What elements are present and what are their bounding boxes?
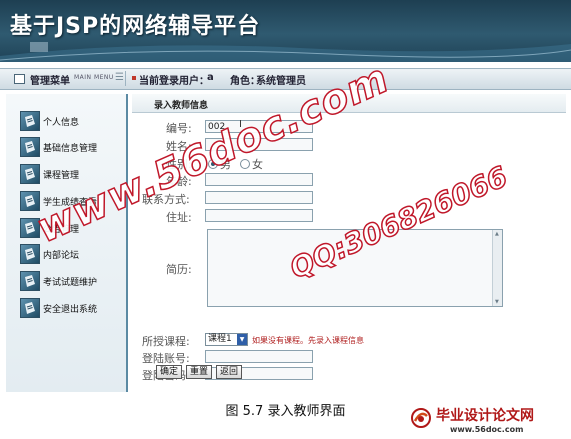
id-field[interactable]: 002 <box>205 120 313 133</box>
logo-mark-icon <box>411 408 431 428</box>
divider <box>125 71 126 86</box>
user-marker-icon <box>132 76 136 80</box>
scroll-down-icon[interactable]: ▼ <box>495 299 499 305</box>
sidebar-item-label: 课程管理 <box>43 171 80 181</box>
text-cursor-icon: I <box>239 119 242 130</box>
document-icon <box>20 111 40 131</box>
sidebar-item-label: 公告管理 <box>43 225 80 235</box>
document-icon <box>20 271 40 291</box>
name-label: 姓名: <box>166 140 192 153</box>
sidebar-item-label: 考试试题维护 <box>43 278 98 288</box>
gender-label: 性别: <box>166 158 192 171</box>
back-button[interactable]: 返回 <box>216 365 242 379</box>
chevron-down-icon: ▼ <box>237 334 247 345</box>
logo-name: 毕业设计论文网 <box>436 408 534 424</box>
age-field[interactable] <box>205 173 313 186</box>
course-select[interactable]: 课程1 ▼ <box>205 333 248 346</box>
sidebar-item-label: 安全退出系统 <box>43 305 98 315</box>
id-label: 编号: <box>166 122 192 135</box>
course-label: 所授课程: <box>142 335 190 348</box>
gender-female-label: 女 <box>252 158 263 171</box>
role-value: 系统管理员 <box>256 76 306 87</box>
menu-subtitle: MAIN MENU <box>74 74 114 81</box>
scroll-up-icon[interactable]: ▲ <box>495 231 499 237</box>
menu-title: 管理菜单 <box>30 76 70 87</box>
document-icon <box>20 218 40 238</box>
gender-radio-male[interactable]: 男 <box>208 156 231 172</box>
section-title: 录入教师信息 <box>154 101 209 111</box>
section-header: 录入教师信息 <box>132 94 566 113</box>
radio-empty-icon <box>240 159 250 169</box>
current-user-label: 当前登录用户： <box>139 76 209 87</box>
name-field[interactable] <box>205 138 313 151</box>
sidebar-item-basic-info[interactable]: 基础信息管理 <box>20 137 126 161</box>
main-content: 录入教师信息 编号: 002 I 姓名: 性别: 男 女 年龄: 联系方式: 住… <box>132 94 566 392</box>
sidebar-item-label: 学生成绩查看 <box>43 198 98 208</box>
banner-decoration <box>0 42 571 62</box>
age-label: 年龄: <box>166 175 192 188</box>
top-status-bar: 管理菜单 MAIN MENU ☰ 当前登录用户： a 角色： 系统管理员 <box>0 68 571 90</box>
reset-button[interactable]: 重置 <box>186 365 212 379</box>
sidebar-menu: 个人信息 基础信息管理 课程管理 学生成绩查看 公告管理 内部论坛 考试试题维护 <box>6 94 128 392</box>
sidebar-item-announcements[interactable]: 公告管理 <box>20 218 126 242</box>
gender-male-label: 男 <box>220 158 231 171</box>
contact-field[interactable] <box>205 191 313 204</box>
document-icon <box>20 244 40 264</box>
header-banner: 基于JSP的网络辅导平台 <box>0 0 571 62</box>
sidebar-item-logout[interactable]: 安全退出系统 <box>20 298 126 322</box>
document-icon <box>20 164 40 184</box>
sidebar-item-label: 内部论坛 <box>43 251 80 261</box>
account-field[interactable] <box>205 350 313 363</box>
account-label: 登陆账号: <box>142 352 190 365</box>
address-field[interactable] <box>205 209 313 222</box>
sidebar-item-courses[interactable]: 课程管理 <box>20 164 126 188</box>
sidebar-item-exam-questions[interactable]: 考试试题维护 <box>20 271 126 295</box>
textarea-scrollbar[interactable]: ▲ ▼ <box>492 230 502 306</box>
sidebar-item-forum[interactable]: 内部论坛 <box>20 244 126 268</box>
resume-textarea[interactable]: ▲ ▼ <box>207 229 503 307</box>
document-icon <box>20 137 40 157</box>
grip-icon: ☰ <box>115 72 124 83</box>
sidebar-item-label: 个人信息 <box>43 118 80 128</box>
course-hint: 如果没有课程。先录入课程信息 <box>252 336 364 345</box>
menu-icon <box>14 74 25 84</box>
resume-label: 简历: <box>166 263 192 276</box>
footer-logo: 毕业设计论文网 www.56doc.com <box>410 405 571 439</box>
gender-radio-female[interactable]: 女 <box>240 156 263 172</box>
radio-selected-icon <box>208 159 218 169</box>
current-user-value: a <box>207 72 214 83</box>
app-title: 基于JSP的网络辅导平台 <box>10 14 261 39</box>
document-icon <box>20 191 40 211</box>
sidebar-item-personal-info[interactable]: 个人信息 <box>20 111 126 135</box>
sidebar-item-label: 基础信息管理 <box>43 144 98 154</box>
address-label: 住址: <box>166 211 192 224</box>
sidebar-item-grades[interactable]: 学生成绩查看 <box>20 191 126 215</box>
contact-label: 联系方式: <box>142 193 190 206</box>
confirm-button[interactable]: 确定 <box>156 365 182 379</box>
app-window: 基于JSP的网络辅导平台 管理菜单 MAIN MENU ☰ 当前登录用户： a … <box>0 0 571 392</box>
document-icon <box>20 298 40 318</box>
logo-url: www.56doc.com <box>450 425 524 434</box>
teacher-form: 编号: 002 I 姓名: 性别: 男 女 年龄: 联系方式: 住址: 简历: … <box>132 116 566 386</box>
course-selected-value: 课程1 <box>208 334 232 344</box>
